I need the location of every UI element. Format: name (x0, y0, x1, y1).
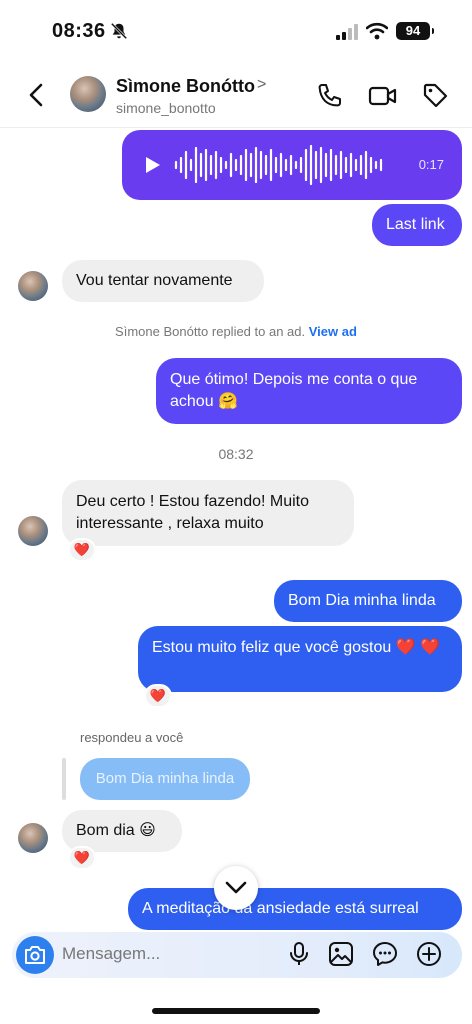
chevron-right-icon[interactable]: > (257, 76, 266, 94)
message-avatar[interactable] (18, 823, 48, 853)
voice-duration: 0:17 (418, 157, 444, 172)
status-bar: 08:36 94 (0, 0, 472, 62)
chevron-down-icon (225, 881, 247, 894)
wifi-icon (366, 22, 388, 40)
home-indicator (152, 1008, 320, 1014)
video-call-icon[interactable] (368, 82, 398, 110)
battery-indicator: 94 (396, 22, 434, 40)
reply-meta: respondeu a você (80, 730, 184, 745)
timestamp: 08:32 (218, 446, 254, 462)
system-note: Sìmone Bonótto replied to an ad. View ad (0, 324, 472, 339)
contact-name[interactable]: Sìmone Bonótto (116, 76, 255, 97)
message-composer: Mensagem... (12, 932, 462, 978)
heart-reaction[interactable]: ❤️ (68, 538, 96, 562)
message-outgoing[interactable]: Que ótimo! Depois me conta o que achou 🤗 (156, 358, 462, 424)
message-avatar[interactable] (18, 516, 48, 546)
bell-muted-icon (110, 22, 128, 40)
message-outgoing[interactable]: Last link (372, 204, 462, 246)
phone-call-icon[interactable] (316, 82, 344, 110)
view-ad-link[interactable]: View ad (309, 324, 357, 339)
message-outgoing[interactable]: Estou muito feliz que você gostou ❤️ ❤️ (138, 626, 462, 692)
message-incoming[interactable]: Deu certo ! Estou fazendo! Muito interes… (62, 480, 354, 546)
heart-reaction[interactable]: ❤️ (144, 684, 172, 708)
chat-header: Sìmone Bonótto > simone_bonotto (0, 62, 472, 128)
replied-ad-text: Sìmone Bonótto replied to an ad. (115, 324, 306, 339)
camera-icon (25, 946, 45, 964)
reply-divider (62, 758, 66, 800)
contact-username: simone_bonotto (116, 100, 216, 116)
tag-icon[interactable] (422, 82, 450, 110)
back-arrow-icon[interactable] (24, 82, 50, 108)
gallery-icon[interactable] (328, 941, 354, 967)
message-outgoing[interactable]: Bom Dia minha linda (274, 580, 462, 622)
contact-avatar[interactable] (70, 76, 106, 112)
message-incoming[interactable]: Vou tentar novamente (62, 260, 264, 302)
cellular-signal-icon (336, 24, 358, 40)
audio-waveform (174, 144, 383, 186)
reply-quote[interactable]: Bom Dia minha linda (80, 758, 250, 800)
add-circle-icon[interactable] (416, 941, 442, 967)
message-avatar[interactable] (18, 271, 48, 301)
message-outgoing[interactable]: A meditação da ansiedade está surreal (128, 888, 462, 930)
message-input[interactable]: Mensagem... (62, 944, 160, 964)
voice-message[interactable]: 0:17 (122, 130, 462, 200)
heart-reaction[interactable]: ❤️ (68, 846, 96, 870)
play-icon[interactable] (142, 155, 162, 175)
camera-button[interactable] (16, 936, 54, 974)
microphone-icon[interactable] (286, 941, 312, 967)
sticker-chat-icon[interactable] (372, 941, 398, 967)
status-time: 08:36 (52, 20, 106, 42)
scroll-down-button[interactable] (214, 866, 258, 910)
